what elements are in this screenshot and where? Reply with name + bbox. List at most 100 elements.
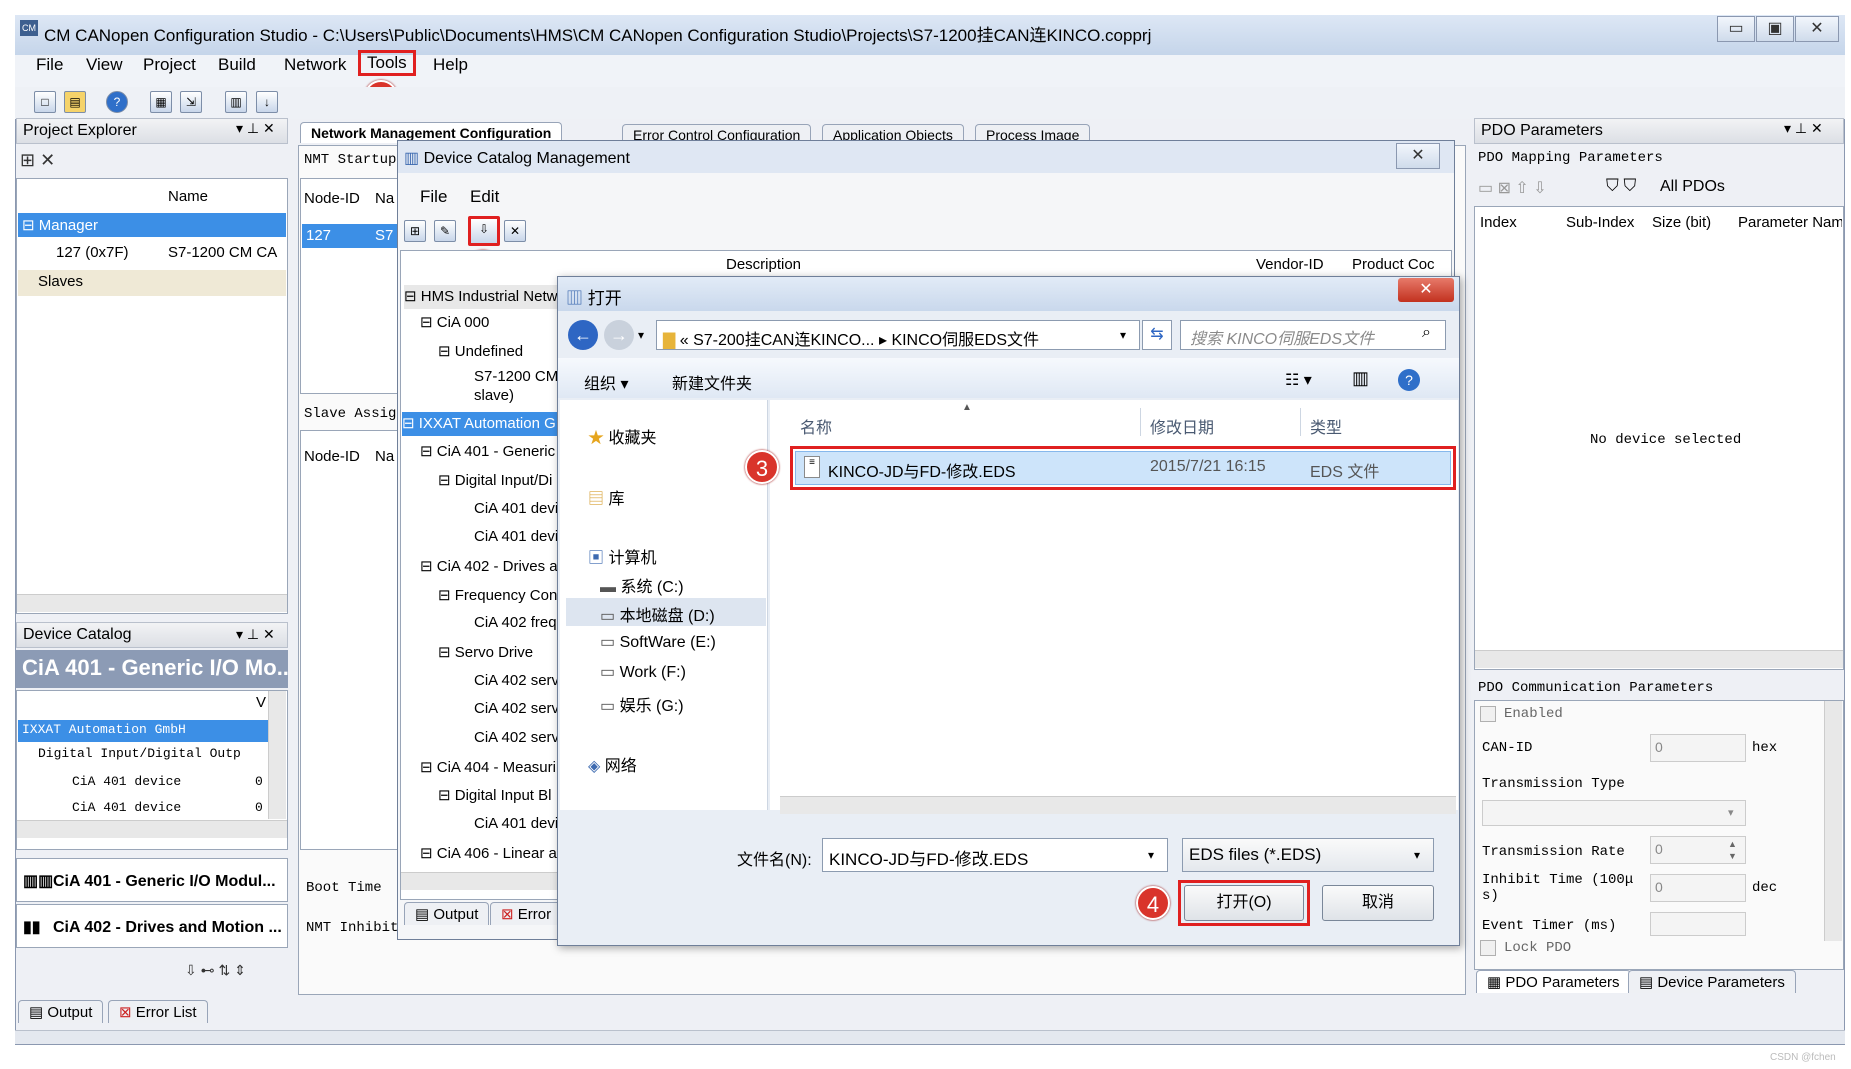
address-crumb-current[interactable]: KINCO伺服EDS文件 (891, 332, 1039, 349)
catalog-tree-device-2[interactable]: CiA 401 device (72, 800, 181, 815)
dcm-tree-cia401-dev3[interactable]: CiA 401 devi (474, 815, 558, 832)
dcm-tree-servo-1[interactable]: CiA 402 serv (474, 672, 559, 689)
dcm-tree-cia000[interactable]: ⊟ CiA 000 (420, 313, 489, 331)
explorer-tool-icons[interactable]: ⊞ ✕ (20, 150, 55, 171)
tab-device-parameters[interactable]: ▤ Device Parameters (1628, 970, 1796, 993)
panel-pin-icon[interactable]: ▾ ⊥ ✕ (236, 120, 275, 137)
dcm-tree-ixxat[interactable]: ⊟ IXXAT Automation G (402, 412, 564, 436)
file-type-dropdown-icon[interactable]: ▾ (1414, 848, 1420, 862)
dcm-tree-digital[interactable]: ⊟ Digital Input/Di (438, 471, 552, 489)
node-row[interactable]: 127 S7 (302, 224, 398, 248)
col-file-name[interactable]: 名称 (800, 414, 832, 438)
nav-drive-e[interactable]: ▭ SoftWare (E:) (600, 632, 716, 652)
catalog-tree-digital[interactable]: Digital Input/Digital Outp (38, 746, 241, 761)
address-bar[interactable]: ▇ « S7-200挂CAN连KINCO... ▸ KINCO伺服EDS文件 (656, 320, 1140, 350)
filename-input[interactable]: KINCO-JD与FD-修改.EDS (822, 838, 1168, 872)
new-file-icon[interactable]: □ (34, 91, 56, 113)
catalog-vscroll[interactable] (268, 691, 286, 819)
refresh-icon[interactable]: ⇆ (1142, 320, 1172, 350)
nav-favorites[interactable]: ★ 收藏夹 (588, 424, 656, 448)
back-arrow-icon[interactable]: ← (568, 320, 598, 350)
maximize-button[interactable]: ▣ (1756, 16, 1794, 42)
nav-drive-g[interactable]: ▭ 娱乐 (G:) (600, 692, 684, 716)
dcm-tree-cia401[interactable]: ⊟ CiA 401 - Generic (420, 442, 555, 460)
device-icon[interactable]: ▦ (150, 91, 172, 113)
close-button[interactable]: ✕ (1795, 16, 1839, 42)
event-timer-input[interactable] (1650, 912, 1746, 936)
dcm-import-icon[interactable]: ⇩ (468, 216, 500, 246)
menu-file[interactable]: File (28, 53, 71, 77)
tab-output[interactable]: ▤ Output (18, 1000, 104, 1023)
nav-drive-f[interactable]: ▭ Work (F:) (600, 662, 686, 682)
forward-arrow-icon[interactable]: → (604, 320, 634, 350)
tree-slaves[interactable]: Slaves (18, 270, 286, 296)
catalog-hscroll[interactable] (17, 820, 287, 838)
dcm-tree-frequency[interactable]: ⊟ Frequency Con (438, 586, 557, 604)
dcm-hscroll[interactable] (401, 872, 561, 890)
inhibit-input[interactable]: 0 (1650, 874, 1746, 902)
col-file-date[interactable]: 修改日期 (1150, 414, 1214, 438)
dcm-menu-edit[interactable]: Edit (462, 185, 507, 209)
menu-tools[interactable]: Tools (358, 50, 416, 76)
history-chevron-icon[interactable]: ▾ (638, 328, 644, 342)
download-icon[interactable]: ↓ (256, 91, 278, 113)
menu-project[interactable]: Project (135, 53, 204, 77)
build-icon[interactable]: ▥ (225, 91, 247, 113)
dcm-edit-icon[interactable]: ✎ (434, 220, 456, 242)
tree-manager[interactable]: ⊟ Manager (18, 213, 286, 237)
dcm-close-button[interactable]: ✕ (1396, 143, 1440, 169)
address-crumb-overflow[interactable]: « (680, 332, 689, 349)
dcm-tree-servo-2[interactable]: CiA 402 serv (474, 700, 559, 717)
explorer-hscroll[interactable] (17, 594, 287, 612)
dialog-help-icon[interactable]: ? (1398, 369, 1420, 391)
dcm-tab-error[interactable]: ⊠ Error (490, 902, 563, 925)
nav-network[interactable]: ◈ 网络 (588, 752, 637, 776)
address-crumb-parent[interactable]: S7-200挂CAN连KINCO... (693, 332, 874, 349)
dcm-tree-cia404[interactable]: ⊟ CiA 404 - Measuri (420, 758, 556, 776)
menu-help[interactable]: Help (425, 53, 476, 77)
pdo-comm-vscroll[interactable] (1824, 701, 1842, 941)
catalog-card-401[interactable]: ▥▥CiA 401 - Generic I/O Modul... (16, 858, 288, 902)
menu-build[interactable]: Build (210, 53, 264, 77)
tab-pdo-parameters[interactable]: ▦ PDO Parameters (1476, 970, 1631, 993)
dcm-tree-servo[interactable]: ⊟ Servo Drive (438, 643, 533, 661)
menu-view[interactable]: View (78, 53, 131, 77)
pdo-toolbar-icons[interactable]: ▭ ⊠ ⇧ ⇩ (1478, 178, 1547, 198)
catalog-card-402[interactable]: ▮▮ CiA 402 - Drives and Motion ... (16, 904, 288, 948)
view-options-icon[interactable]: ☷ ▾ (1285, 370, 1312, 390)
cancel-button[interactable]: 取消 (1322, 885, 1434, 921)
dcm-tree-cia402-freq[interactable]: CiA 402 freq (474, 614, 557, 631)
export-icon[interactable]: ⇲ (180, 91, 202, 113)
file-row-name[interactable]: KINCO-JD与FD-修改.EDS (828, 458, 1016, 482)
all-pdos-button[interactable]: All PDOs (1660, 178, 1725, 196)
help-icon[interactable]: ? (106, 91, 128, 113)
dcm-menu-file[interactable]: File (412, 185, 455, 209)
menu-network[interactable]: Network (276, 53, 354, 77)
open-button[interactable]: 打开(O) (1184, 885, 1304, 921)
nav-drive-c[interactable]: ▬ 系统 (C:) (600, 573, 684, 597)
dcm-tree-cia401-dev1[interactable]: CiA 401 devi (474, 500, 558, 517)
col-file-type[interactable]: 类型 (1310, 414, 1342, 438)
pdo-pin-icon[interactable]: ▾ ⊥ ✕ (1784, 120, 1823, 137)
trans-type-dropdown-icon[interactable]: ▾ (1728, 806, 1734, 819)
manager-node-id[interactable]: 127 (0x7F) (56, 244, 129, 261)
dcm-tree-digital-block[interactable]: ⊟ Digital Input Bl (438, 786, 551, 804)
search-icon[interactable]: ⌕ (1422, 324, 1431, 342)
organize-button[interactable]: 组织 ▾ (584, 370, 628, 394)
open-folder-icon[interactable]: ▤ (64, 91, 86, 113)
catalog-tree-device-1[interactable]: CiA 401 device (72, 774, 181, 789)
file-type-select[interactable]: EDS files (*.EDS) (1182, 838, 1434, 872)
manager-node-name[interactable]: S7-1200 CM CA (168, 244, 277, 261)
nav-drive-d[interactable]: ▭ 本地磁盘 (D:) (566, 598, 766, 626)
dcm-tree-undefined[interactable]: ⊟ Undefined (438, 342, 523, 360)
tab-error-list[interactable]: ⊠ Error List (108, 1000, 208, 1023)
dcm-tree-s7[interactable]: S7-1200 CM (474, 368, 558, 385)
address-dropdown-icon[interactable]: ▾ (1120, 328, 1126, 342)
catalog-view-icons[interactable]: ⇩ ⊷ ⇅ ⇕ (185, 962, 246, 979)
catalog-tree-ixxat[interactable]: IXXAT Automation GmbH (18, 720, 268, 742)
dcm-tree-hms[interactable]: ⊟ HMS Industrial Netw (404, 285, 564, 309)
trans-type-select[interactable] (1482, 800, 1746, 826)
dcm-tree-servo-3[interactable]: CiA 402 serv (474, 729, 559, 746)
file-list-hscroll[interactable] (780, 796, 1456, 814)
dcm-tree-cia406[interactable]: ⊟ CiA 406 - Linear a (420, 844, 557, 862)
